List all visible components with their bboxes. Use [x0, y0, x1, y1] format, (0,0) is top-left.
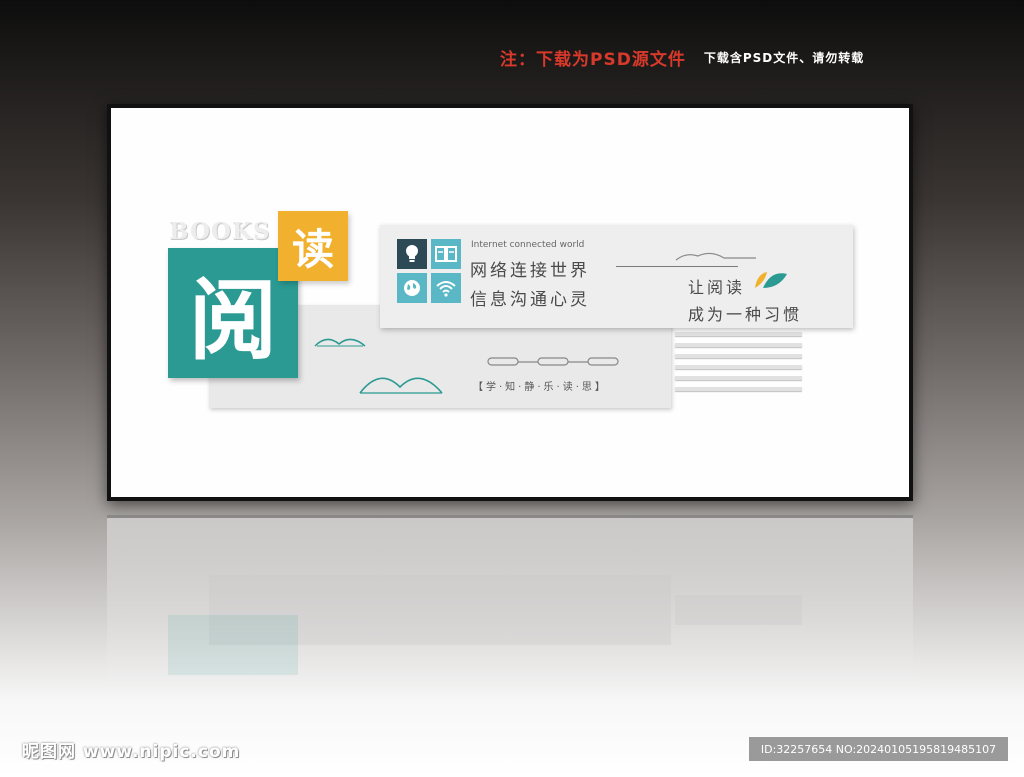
bird-icon [314, 338, 366, 347]
slogan-habit: 成为一种习惯 [688, 305, 803, 324]
display-frame: BOOKS 阅 读 Internet connected world 网络连接世… [107, 104, 913, 501]
wifi-icon [431, 273, 461, 303]
design-canvas: BOOKS 阅 读 Internet connected world 网络连接世… [111, 108, 909, 497]
lightbulb-icon [397, 239, 427, 269]
copyright-note: 下载含PSD文件、请勿转载 [703, 50, 865, 65]
leaf-icon [755, 272, 787, 288]
download-note: 注：下载为PSD源文件 [500, 49, 686, 70]
motto-text: 【学·知·静·乐·读·思】 [473, 382, 608, 393]
stripe-lines [675, 332, 802, 408]
site-watermark: 昵图网 www.nipic.com [22, 742, 241, 762]
header-note: 注：下载为PSD源文件 下载含PSD文件、请勿转载 [500, 42, 864, 72]
globe-icon [397, 273, 427, 303]
icon-grid [397, 239, 461, 303]
internet-caption: Internet connected world [471, 240, 585, 250]
slogan-information: 信息沟通心灵 [470, 290, 590, 310]
cloud-swirl-bottom [487, 357, 619, 366]
book-icon [431, 239, 461, 269]
open-book-icon [359, 377, 443, 394]
yellow-square: 读 [278, 211, 348, 281]
du-character: 读 [291, 224, 334, 274]
books-label: BOOKS [169, 218, 271, 245]
cloud-swirl-top [675, 252, 756, 261]
image-id-badge: ID:32257654 NO:20240105195819485107 [749, 737, 1008, 761]
slogan-let-read: 让阅读 [688, 278, 746, 297]
slogan-network: 网络连接世界 [470, 261, 590, 281]
mirror-reflection [107, 515, 913, 715]
